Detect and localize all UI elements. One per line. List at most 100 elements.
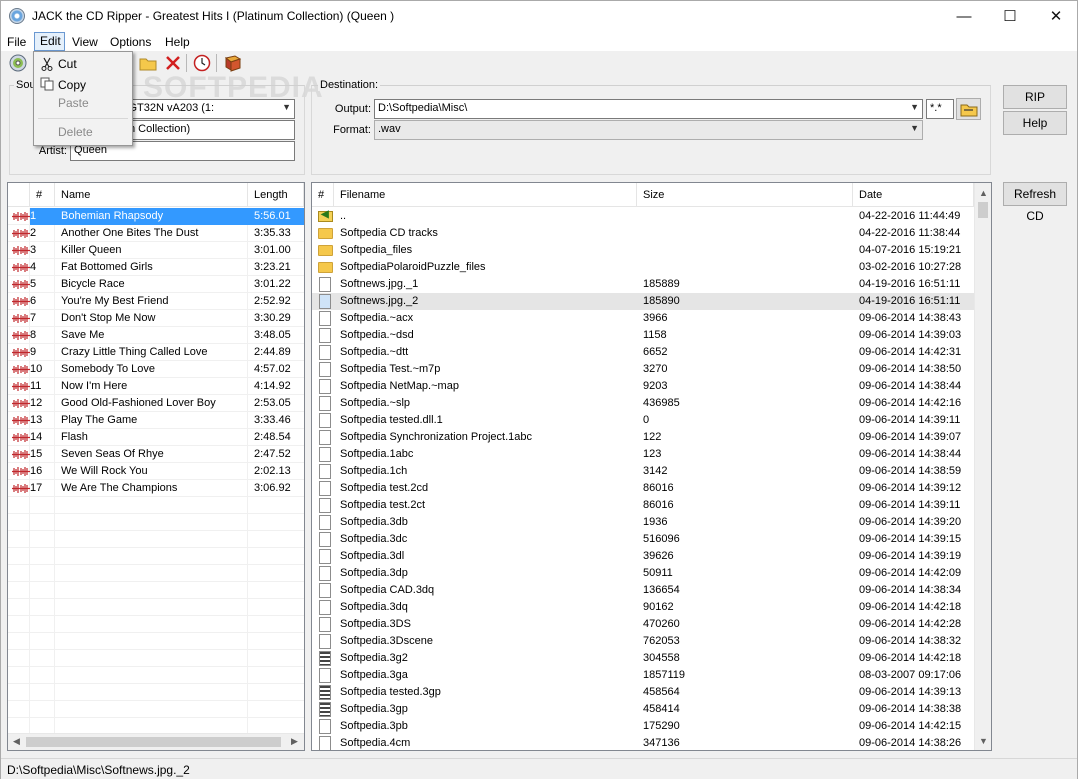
track-row[interactable]: 9 Crazy Little Thing Called Love 2:44.89 [8,344,304,361]
file-row[interactable]: Softpedia.3g2 304558 09-06-2014 14:42:18 [312,650,974,667]
file-vscrollbar[interactable]: ▲ ▼ [974,183,991,750]
menu-file[interactable]: File [7,34,26,51]
file-row[interactable]: Softpedia tested.3gp 458564 09-06-2014 14:… [312,684,974,701]
menu-copy[interactable]: Copy [58,76,86,94]
menu-options[interactable]: Options [110,34,151,51]
file-row[interactable]: Softpedia.3dc 516096 09-06-2014 14:39:15 [312,531,974,548]
file-row[interactable]: Softpedia.3db 1936 09-06-2014 14:39:20 [312,514,974,531]
scroll-thumb[interactable] [978,202,988,218]
track-row[interactable]: 16 We Will Rock You 2:02.13 [8,463,304,480]
file-date: 09-06-2014 14:38:44 [859,380,962,392]
status-text: D:\Softpedia\Misc\Softnews.jpg._2 [7,763,190,777]
track-hscrollbar[interactable]: ◀ ▶ [8,733,304,750]
menu-help[interactable]: Help [165,34,190,51]
file-row[interactable]: Softpedia.3DS 470260 09-06-2014 14:42:28 [312,616,974,633]
menu-cut[interactable]: Cut [58,55,77,73]
file-row[interactable]: Softpedia test.2ct 86016 09-06-2014 14:39:… [312,497,974,514]
track-row[interactable]: 1 Bohemian Rhapsody 5:56.01 [8,208,304,225]
header-filename[interactable]: Filename [334,183,637,207]
file-row[interactable]: ◀.. 04-22-2016 11:44:49 [312,208,974,225]
file-row[interactable]: Softpedia.~slp 436985 09-06-2014 14:42:16 [312,395,974,412]
format-select[interactable]: .wav ▼ [374,120,923,140]
track-row[interactable]: 2 Another One Bites The Dust 3:35.33 [8,225,304,242]
audio-track-icon [12,348,30,357]
file-row[interactable]: Softpedia Test.~m7p 3270 09-06-2014 14:38:… [312,361,974,378]
browse-button[interactable] [956,98,981,120]
file-size: 86016 [643,499,674,511]
file-row[interactable]: Softpedia.3gp 458414 09-06-2014 14:38:38 [312,701,974,718]
book-icon[interactable] [224,54,242,72]
file-row[interactable]: Softpedia.~dsd 1158 09-06-2014 14:39:03 [312,327,974,344]
clock-icon[interactable] [193,54,211,72]
track-row[interactable]: 4 Fat Bottomed Girls 3:23.21 [8,259,304,276]
help-button[interactable]: Help [1003,111,1067,135]
rip-button[interactable]: RIP [1003,85,1067,109]
cd-drive-icon[interactable] [9,54,27,72]
track-list[interactable]: # Name Length 1 Bohemian Rhapsody 5:56.01 2… [7,182,305,751]
file-row[interactable]: Softpedia NetMap.~map 9203 09-06-2014 14:3… [312,378,974,395]
file-row[interactable]: Softpedia tested.dll.1 0 09-06-2014 14:39:… [312,412,974,429]
file-name: Softpedia.1ch [340,465,408,477]
track-row[interactable]: 3 Killer Queen 3:01.00 [8,242,304,259]
close-button[interactable]: ✕ [1033,1,1078,32]
audio-track-icon [12,433,30,442]
file-row[interactable]: Softpedia.3Dscene 762053 09-06-2014 14:38:… [312,633,974,650]
file-date: 09-06-2014 14:38:50 [859,363,962,375]
header-number[interactable]: # [30,183,55,207]
track-row[interactable]: 15 Seven Seas Of Rhye 2:47.52 [8,446,304,463]
file-row[interactable]: SoftpediaPolaroidPuzzle_files 03-02-2016 … [312,259,974,276]
file-row[interactable]: Softpedia.3ga 1857119 08-03-2007 09:17:06 [312,667,974,684]
file-row[interactable]: Softpedia Synchronization Project.1abc 12… [312,429,974,446]
header-number[interactable]: # [312,183,334,207]
file-row[interactable]: Softpedia CD tracks 04-22-2016 11:38:44 [312,225,974,242]
file-row[interactable]: Softpedia.4cm 347136 09-06-2014 14:38:26 [312,735,974,750]
output-path-combo[interactable]: D:\Softpedia\Misc\ ▼ [374,99,923,119]
file-list[interactable]: # Filename Size Date ◀.. 04-22-2016 11:44… [311,182,992,751]
menu-paste[interactable]: Paste [58,94,89,112]
header-name[interactable]: Name [55,183,248,207]
menu-delete[interactable]: Delete [58,123,93,141]
track-row[interactable]: 10 Somebody To Love 4:57.02 [8,361,304,378]
track-row[interactable]: 8 Save Me 3:48.05 [8,327,304,344]
menu-view[interactable]: View [72,34,98,51]
file-row[interactable]: Softpedia.1abc 123 09-06-2014 14:38:44 [312,446,974,463]
track-row[interactable]: 14 Flash 2:48.54 [8,429,304,446]
open-folder-icon[interactable] [139,54,157,72]
track-row[interactable]: 13 Play The Game 3:33.46 [8,412,304,429]
track-row[interactable]: 12 Good Old-Fashioned Lover Boy 2:53.05 [8,395,304,412]
file-row[interactable]: Softpedia.3dp 50911 09-06-2014 14:42:09 [312,565,974,582]
scroll-left-icon[interactable]: ◀ [8,736,25,747]
track-row[interactable]: 5 Bicycle Race 3:01.22 [8,276,304,293]
file-row[interactable]: Softpedia.3pb 175290 09-06-2014 14:42:15 [312,718,974,735]
menu-edit[interactable]: Edit [34,32,65,51]
delete-icon[interactable] [164,54,182,72]
header-date[interactable]: Date [853,183,974,207]
file-mask-field[interactable]: *.* [926,99,954,119]
file-row[interactable]: Softnews.jpg._1 185889 04-19-2016 16:51:11 [312,276,974,293]
file-row[interactable]: Softnews.jpg._2 185890 04-19-2016 16:51:11 [312,293,974,310]
scroll-right-icon[interactable]: ▶ [286,736,303,747]
file-row[interactable]: Softpedia_files 04-07-2016 15:19:21 [312,242,974,259]
file-row[interactable]: Softpedia.1ch 3142 09-06-2014 14:38:59 [312,463,974,480]
scroll-thumb[interactable] [26,737,281,747]
track-row[interactable]: 7 Don't Stop Me Now 3:30.29 [8,310,304,327]
file-row[interactable]: Softpedia.~dtt 6652 09-06-2014 14:42:31 [312,344,974,361]
refresh-cd-button[interactable]: Refresh CD [1003,182,1067,223]
file-row[interactable]: Softpedia.3dl 39626 09-06-2014 14:39:19 [312,548,974,565]
header-size[interactable]: Size [637,183,853,207]
track-row[interactable]: 17 We Are The Champions 3:06.92 [8,480,304,497]
scroll-up-icon[interactable]: ▲ [975,188,991,198]
file-row[interactable]: Softpedia test.2cd 86016 09-06-2014 14:39:… [312,480,974,497]
file-row[interactable]: Softpedia CAD.3dq 136654 09-06-2014 14:38:… [312,582,974,599]
track-row[interactable]: 6 You're My Best Friend 2:52.92 [8,293,304,310]
minimize-button[interactable]: — [941,1,987,32]
audio-track-icon [12,399,30,408]
file-size: 516096 [643,533,680,545]
track-row[interactable]: 11 Now I'm Here 4:14.92 [8,378,304,395]
scroll-down-icon[interactable]: ▼ [975,736,991,746]
file-row[interactable]: Softpedia.3dq 90162 09-06-2014 14:42:18 [312,599,974,616]
header-length[interactable]: Length [248,183,304,207]
file-date: 09-06-2014 14:39:03 [859,329,962,341]
file-row[interactable]: Softpedia.~acx 3966 09-06-2014 14:38:43 [312,310,974,327]
maximize-button[interactable]: ☐ [987,1,1033,32]
